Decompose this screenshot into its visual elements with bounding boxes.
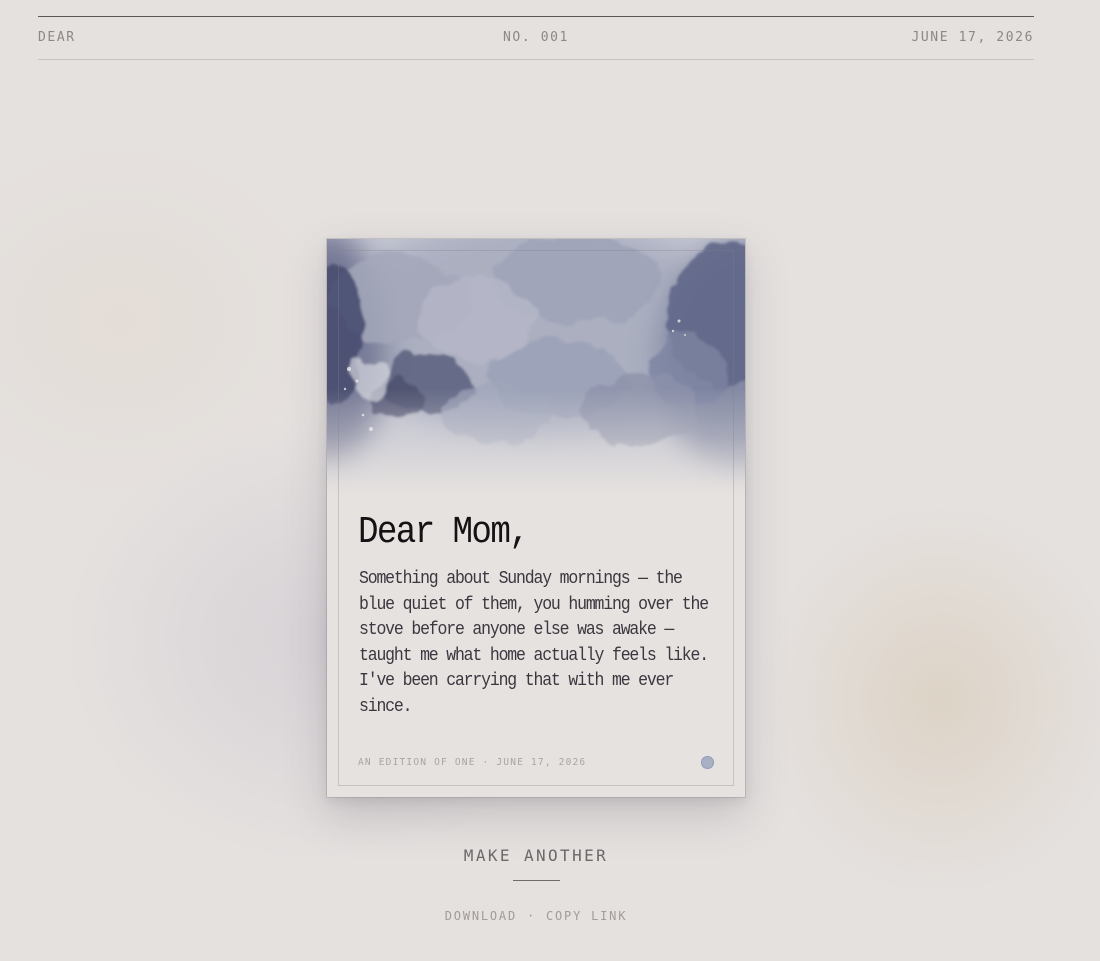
letter-message: Something about Sunday mornings — the bl… bbox=[359, 568, 709, 717]
edition-caption: AN EDITION OF ONE · JUNE 17, 2026 bbox=[358, 757, 587, 768]
masthead: DEAR NO. 001 JUNE 17, 2026 bbox=[38, 16, 1034, 60]
accent-dot bbox=[701, 756, 714, 769]
watercolor-artwork bbox=[327, 239, 745, 496]
copy-link-button[interactable]: COPY LINK bbox=[546, 909, 627, 923]
masthead-date: JUNE 17, 2026 bbox=[911, 30, 1034, 45]
letter-card: Dear Mom, Something about Sunday morning… bbox=[327, 239, 745, 797]
download-link[interactable]: DOWNLOAD bbox=[445, 909, 517, 923]
masthead-issue-number: NO. 001 bbox=[503, 30, 569, 45]
make-another-underline bbox=[513, 880, 560, 881]
masthead-brand: DEAR bbox=[38, 30, 76, 45]
letter-greeting: Dear Mom, bbox=[358, 511, 530, 554]
make-another-button[interactable]: MAKE ANOTHER bbox=[436, 845, 636, 867]
link-separator: · bbox=[526, 909, 536, 923]
card-actions: DOWNLOAD · COPY LINK bbox=[336, 908, 736, 924]
